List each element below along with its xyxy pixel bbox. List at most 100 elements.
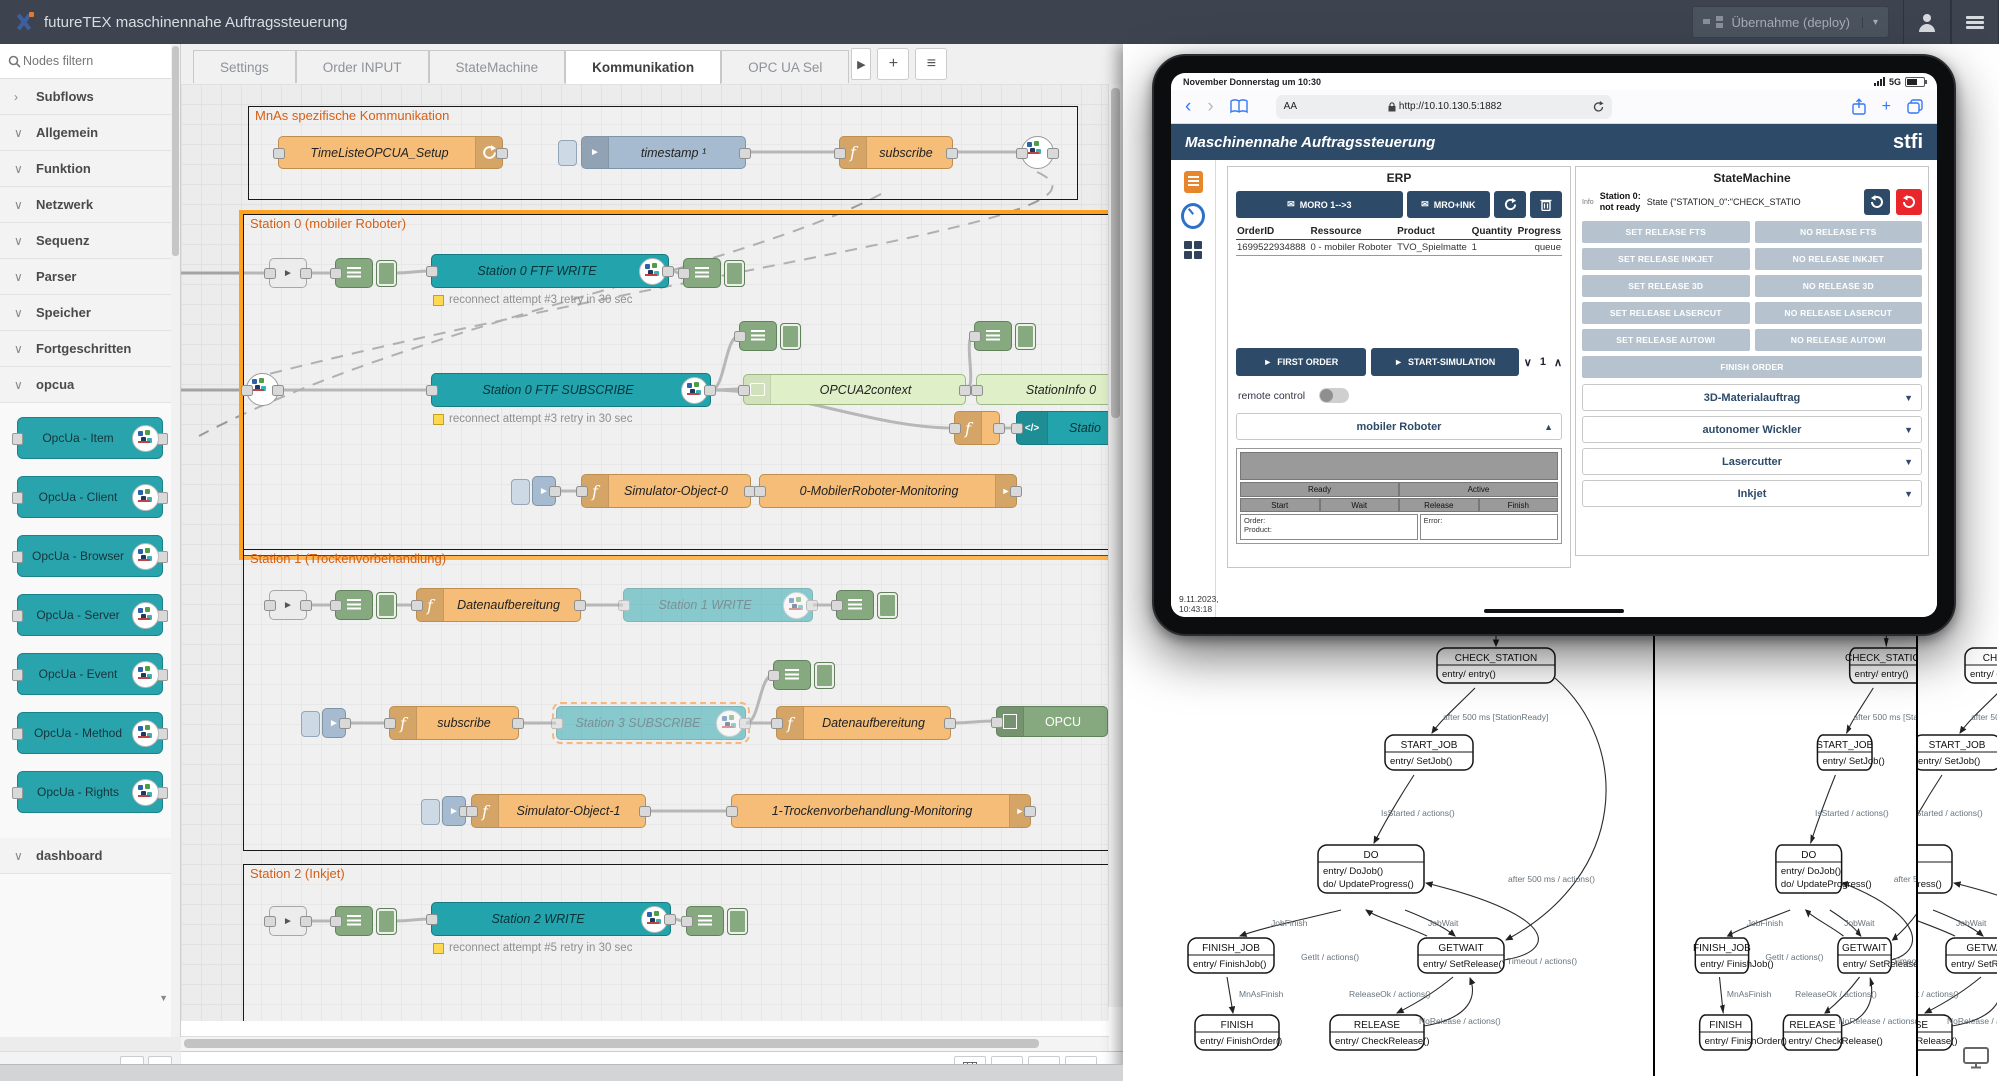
- tab-settings[interactable]: Settings: [193, 50, 296, 83]
- input-port[interactable]: [576, 486, 588, 497]
- output-port[interactable]: [664, 914, 676, 925]
- palette-scroll-down-icon[interactable]: ▼: [159, 993, 168, 1003]
- node-link-in-0[interactable]: ►: [269, 258, 307, 288]
- palette-node-opcua-browser[interactable]: OpcUa - Browser: [17, 535, 163, 577]
- mobiler-roboter-accordion[interactable]: mobiler Roboter ▲: [1236, 413, 1562, 440]
- node-link-in-2[interactable]: ►: [269, 906, 307, 936]
- button-set-release-inkjet[interactable]: SET RELEASE INKJET: [1582, 248, 1750, 270]
- input-port[interactable]: [264, 600, 276, 611]
- output-port[interactable]: [549, 486, 561, 497]
- debug-toggle-button[interactable]: [780, 323, 801, 350]
- node-debug[interactable]: [739, 321, 777, 351]
- output-port[interactable]: [662, 266, 674, 277]
- output-port[interactable]: [959, 385, 971, 396]
- output-port[interactable]: [739, 718, 751, 729]
- input-port[interactable]: [971, 385, 983, 396]
- main-menu-button[interactable]: [1951, 0, 1999, 44]
- mro-ink-button[interactable]: ✉MRO+INK: [1407, 191, 1490, 218]
- input-port[interactable]: [411, 600, 423, 611]
- deploy-button[interactable]: Übernahme (deploy) ▾: [1692, 6, 1889, 38]
- output-port[interactable]: [944, 718, 956, 729]
- user-menu-button[interactable]: [1903, 0, 1951, 44]
- output-port[interactable]: [272, 385, 284, 396]
- palette-node-opcua-event[interactable]: OpcUa - Event: [17, 653, 163, 695]
- button-set-release-autowi[interactable]: SET RELEASE AUTOWI: [1582, 329, 1750, 351]
- output-port[interactable]: [806, 600, 818, 611]
- output-port[interactable]: [1024, 806, 1036, 817]
- share-icon[interactable]: [1852, 98, 1866, 115]
- node-fn-subscribe-mnas[interactable]: fsubscribe: [839, 136, 953, 169]
- node-inject-timestamp[interactable]: ►timestamp ¹: [581, 136, 746, 169]
- tabs-icon[interactable]: [1907, 99, 1923, 114]
- node-fn-subscribe-1[interactable]: fsubscribe: [389, 706, 519, 740]
- node-debug[interactable]: [974, 321, 1012, 351]
- flow-list-button[interactable]: ≡: [915, 48, 947, 80]
- inject-button[interactable]: [558, 140, 577, 166]
- search-input[interactable]: [21, 53, 145, 69]
- input-port[interactable]: [949, 423, 961, 434]
- palette-scrollbar[interactable]: [171, 44, 180, 1037]
- palette-category-dashboard[interactable]: ∨dashboard: [0, 838, 180, 874]
- input-port[interactable]: [551, 718, 563, 729]
- inject-node[interactable]: ►: [322, 708, 346, 738]
- node-station3-subscribe[interactable]: Station 3 SUBSCRIBE: [556, 706, 746, 740]
- node-trockenvorbehandlung-monitoring[interactable]: 1-Trockenvorbehandlung-Monitoring►: [731, 794, 1031, 828]
- node-timeliste-setup[interactable]: TimeListeOPCUA_Setup: [278, 136, 503, 169]
- hard-reset-button[interactable]: [1896, 189, 1922, 215]
- node-fn-square[interactable]: f: [954, 411, 1000, 445]
- delete-orders-button[interactable]: [1530, 191, 1562, 218]
- quantity-stepper[interactable]: ∨ 1 ∧: [1524, 356, 1562, 369]
- input-port[interactable]: [754, 486, 766, 497]
- palette-node-opcua-item[interactable]: OpcUa - Item: [17, 417, 163, 459]
- node-mobilerroboter-monitoring[interactable]: 0-MobilerRoboter-Monitoring►: [759, 474, 1017, 508]
- reset-state-button[interactable]: [1864, 189, 1890, 215]
- reload-icon[interactable]: [1593, 101, 1604, 113]
- node-station1-write[interactable]: Station 1 WRITE: [623, 588, 813, 622]
- input-port[interactable]: [273, 148, 285, 159]
- output-port[interactable]: [574, 600, 586, 611]
- debug-toggle-button[interactable]: [814, 662, 835, 689]
- debug-toggle-button[interactable]: [1015, 323, 1036, 350]
- canvas-hscrollbar[interactable]: [181, 1036, 1109, 1051]
- table-row[interactable]: 16995229348880 - mobiler RoboterTVO_Spie…: [1236, 240, 1562, 256]
- tab-kommunikation[interactable]: Kommunikation: [565, 50, 721, 84]
- remote-control-toggle[interactable]: [1319, 388, 1349, 403]
- node-inject-sim1[interactable]: ►: [421, 796, 465, 826]
- address-bar[interactable]: AA http://10.10.130.5:1882: [1276, 95, 1612, 119]
- node-station0-ftf-write[interactable]: Station 0 FTF WRITE: [431, 254, 669, 288]
- input-port[interactable]: [678, 268, 690, 279]
- button-set-release-lasercut[interactable]: SET RELEASE LASERCUT: [1582, 302, 1750, 324]
- input-port[interactable]: [330, 916, 342, 927]
- inject-button[interactable]: [511, 479, 530, 505]
- output-port[interactable]: [300, 268, 312, 279]
- output-port[interactable]: [512, 718, 524, 729]
- input-port[interactable]: [834, 148, 846, 159]
- input-port[interactable]: [466, 806, 478, 817]
- input-port[interactable]: [771, 718, 783, 729]
- button-no-release-inkjet[interactable]: NO RELEASE INKJET: [1755, 248, 1923, 270]
- finish-order-button[interactable]: FINISH ORDER: [1582, 356, 1922, 378]
- accordion-inkjet[interactable]: Inkjet▼: [1582, 480, 1922, 507]
- output-port[interactable]: [993, 423, 1005, 434]
- palette-search[interactable]: [0, 44, 180, 79]
- input-port[interactable]: [969, 331, 981, 342]
- output-port[interactable]: [300, 916, 312, 927]
- node-template-station[interactable]: </>Statio: [1016, 411, 1109, 445]
- palette-category-fortgeschritten[interactable]: ∨Fortgeschritten: [0, 331, 180, 367]
- node-datenaufbereitung-1[interactable]: fDatenaufbereitung: [416, 588, 581, 622]
- node-debug[interactable]: [836, 590, 874, 620]
- node-inject-sub1[interactable]: ►: [301, 708, 345, 738]
- inject-button[interactable]: [421, 799, 440, 825]
- node-station2-write[interactable]: Station 2 WRITE: [431, 902, 671, 936]
- text-size-button[interactable]: AA: [1284, 101, 1297, 112]
- node-debug[interactable]: [335, 590, 373, 620]
- output-port[interactable]: [1010, 486, 1022, 497]
- palette-category-allgemein[interactable]: ∨Allgemein: [0, 115, 180, 151]
- debug-toggle-button[interactable]: [727, 908, 748, 935]
- palette-category-speicher[interactable]: ∨Speicher: [0, 295, 180, 331]
- input-port[interactable]: [384, 718, 396, 729]
- output-port[interactable]: [639, 806, 651, 817]
- output-port[interactable]: [339, 718, 351, 729]
- input-port[interactable]: [426, 914, 438, 925]
- canvas-vscrollbar[interactable]: [1108, 84, 1123, 1007]
